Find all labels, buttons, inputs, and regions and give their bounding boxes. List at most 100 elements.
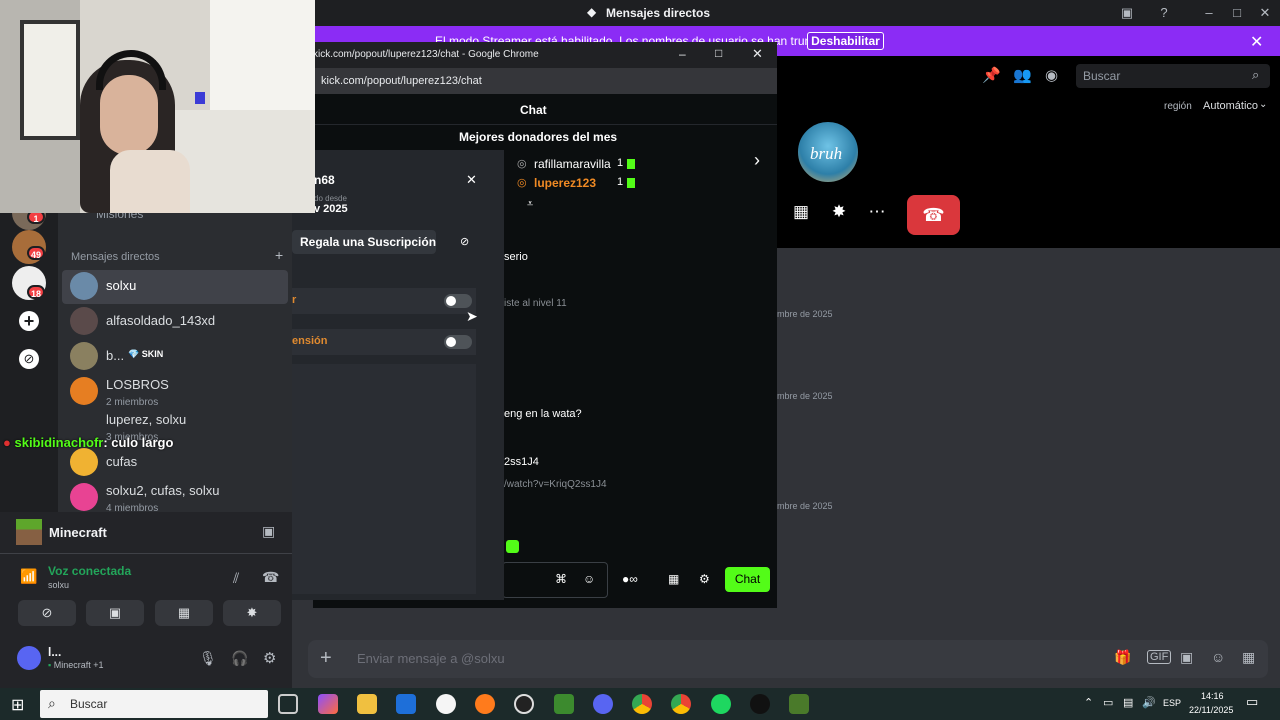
- dm-item[interactable]: solxu: [62, 270, 288, 304]
- attach-plus-icon[interactable]: +: [320, 647, 332, 670]
- discover-icon[interactable]: ⊘: [19, 349, 39, 369]
- dm-name: LOSBROS: [106, 377, 169, 392]
- divider: [0, 553, 292, 554]
- emote-picker-icon[interactable]: ⌘: [555, 572, 567, 586]
- close-banner-icon[interactable]: ✕: [1250, 32, 1263, 52]
- gift-subscription-button[interactable]: Regala una Suscripción: [292, 230, 436, 254]
- dm-item[interactable]: b... 💎 SKIN: [62, 340, 288, 374]
- language-indicator[interactable]: ESP: [1163, 698, 1181, 708]
- message-input[interactable]: + Enviar mensaje a @solxu 🎁 GIF ▣ ☺ ▦: [308, 640, 1268, 678]
- voice-status[interactable]: Voz conectada: [48, 564, 131, 578]
- noise-suppression-icon[interactable]: ⫽: [233, 570, 239, 587]
- network-icon[interactable]: ▤: [1123, 696, 1133, 709]
- windows-start-icon[interactable]: ⊞: [11, 695, 24, 715]
- inbox-icon[interactable]: ▣: [1119, 5, 1135, 21]
- disconnect-icon[interactable]: ☎: [262, 569, 279, 586]
- region-label: región: [1164, 101, 1192, 112]
- activities-icon[interactable]: ▦: [790, 202, 812, 224]
- hangup-button[interactable]: ☎: [907, 195, 960, 235]
- dm-item[interactable]: LOSBROS 2 miembros: [62, 375, 288, 409]
- minecraft-icon[interactable]: [554, 694, 574, 714]
- app-icon[interactable]: [789, 694, 809, 714]
- chat-line: serio: [504, 251, 528, 263]
- option-row: ensión: [292, 329, 476, 355]
- close-icon[interactable]: ✕: [752, 46, 763, 62]
- signal-icon: 📶: [20, 568, 38, 584]
- soundboard-icon[interactable]: ✸: [828, 202, 850, 224]
- points-icon[interactable]: ●∞: [622, 572, 638, 586]
- dm-item[interactable]: solxu2, cufas, solxu 4 miembros: [62, 481, 288, 515]
- maximize-icon[interactable]: □: [715, 46, 722, 60]
- headphones-icon[interactable]: 🎧: [231, 650, 248, 667]
- minimize-icon[interactable]: –: [679, 47, 686, 61]
- help-icon[interactable]: ?: [1156, 5, 1172, 21]
- file-explorer-icon[interactable]: [357, 694, 377, 714]
- option-toggle[interactable]: [444, 294, 472, 308]
- dm-item[interactable]: cufas: [62, 446, 288, 480]
- settings-icon[interactable]: ⚙: [699, 572, 710, 586]
- chat-link[interactable]: /watch?v=KriqQ2ss1J4: [504, 479, 607, 490]
- donor-count: 1: [617, 176, 624, 188]
- chat-send-button[interactable]: Chat: [725, 567, 770, 592]
- chrome-icon[interactable]: [632, 694, 652, 714]
- screenshare-button[interactable]: ▣: [86, 600, 144, 626]
- new-dm-icon[interactable]: +: [275, 247, 283, 263]
- option-toggle[interactable]: [444, 335, 472, 349]
- stream-activity-icon[interactable]: ▣: [262, 523, 275, 540]
- task-view-icon[interactable]: [278, 694, 298, 714]
- soundboard-button[interactable]: ✸: [223, 600, 281, 626]
- notification-icon[interactable]: ▭: [1246, 694, 1258, 710]
- clock-time[interactable]: 14:16: [1201, 691, 1224, 701]
- activities-button[interactable]: ▦: [155, 600, 213, 626]
- next-arrow-icon[interactable]: ›: [754, 150, 760, 171]
- store-icon[interactable]: ▦: [668, 572, 679, 586]
- close-icon[interactable]: ✕: [1257, 5, 1273, 21]
- dm-item[interactable]: alfasoldado_143xd: [62, 305, 288, 339]
- mute-icon[interactable]: ⊘: [460, 235, 469, 248]
- battery-icon[interactable]: ▭: [1103, 696, 1113, 709]
- clock-date[interactable]: 22/11/2025: [1189, 705, 1233, 715]
- emoji-icon[interactable]: ☺: [1211, 649, 1225, 665]
- spotify-icon[interactable]: [711, 694, 731, 714]
- app-icon[interactable]: [436, 694, 456, 714]
- avatar: [70, 448, 98, 476]
- chrome-icon[interactable]: [671, 694, 691, 714]
- collapse-icon[interactable]: ⩡: [527, 198, 533, 211]
- profile-icon[interactable]: ◉: [1045, 66, 1058, 84]
- sticker-icon[interactable]: ▣: [1180, 649, 1193, 666]
- maximize-icon[interactable]: □: [1229, 5, 1245, 21]
- taskbar-search[interactable]: ⌕ Buscar: [40, 690, 268, 718]
- call-avatar[interactable]: bruh: [796, 120, 860, 184]
- add-friend-icon[interactable]: 👥: [1013, 66, 1032, 84]
- app-icon[interactable]: [514, 694, 534, 714]
- gift-icon[interactable]: 🎁: [1114, 649, 1131, 666]
- emoji-icon[interactable]: ☺: [583, 572, 595, 586]
- app-icon[interactable]: [475, 694, 495, 714]
- minimize-icon[interactable]: –: [1201, 5, 1217, 21]
- chrome-title: kick.com/popout/luperez123/chat - Google…: [313, 49, 539, 60]
- pin-icon[interactable]: 📌: [982, 66, 1001, 84]
- apps-icon[interactable]: ▦: [1242, 649, 1255, 666]
- address-bar[interactable]: kick.com/popout/luperez123/chat: [313, 68, 777, 94]
- camera-button[interactable]: ⊘: [18, 600, 76, 626]
- gif-icon[interactable]: GIF: [1147, 650, 1172, 664]
- region-select[interactable]: Automático: [1203, 100, 1258, 112]
- more-icon[interactable]: ⋯: [866, 202, 888, 224]
- chat-input[interactable]: ⌘ ☺: [502, 562, 608, 598]
- discord-icon[interactable]: [593, 694, 613, 714]
- mic-icon[interactable]: 🎙: [199, 650, 217, 667]
- avatar[interactable]: [17, 646, 41, 670]
- tray-overflow-icon[interactable]: ⌃: [1084, 696, 1093, 709]
- store-icon[interactable]: [396, 694, 416, 714]
- add-server-icon[interactable]: +: [19, 311, 39, 331]
- user-name: l...: [48, 645, 62, 659]
- user-status: ▪ Minecraft +1: [48, 660, 104, 670]
- close-modal-icon[interactable]: ✕: [466, 172, 477, 188]
- app-icon[interactable]: [750, 694, 770, 714]
- gear-icon[interactable]: ⚙: [263, 649, 276, 667]
- gift-label: Regala una Suscripción: [300, 235, 437, 249]
- copilot-icon[interactable]: [318, 694, 338, 714]
- volume-icon[interactable]: 🔊: [1142, 696, 1156, 709]
- disable-streamer-button[interactable]: Deshabilitar: [807, 32, 884, 50]
- search-input[interactable]: Buscar ⌕: [1076, 64, 1270, 88]
